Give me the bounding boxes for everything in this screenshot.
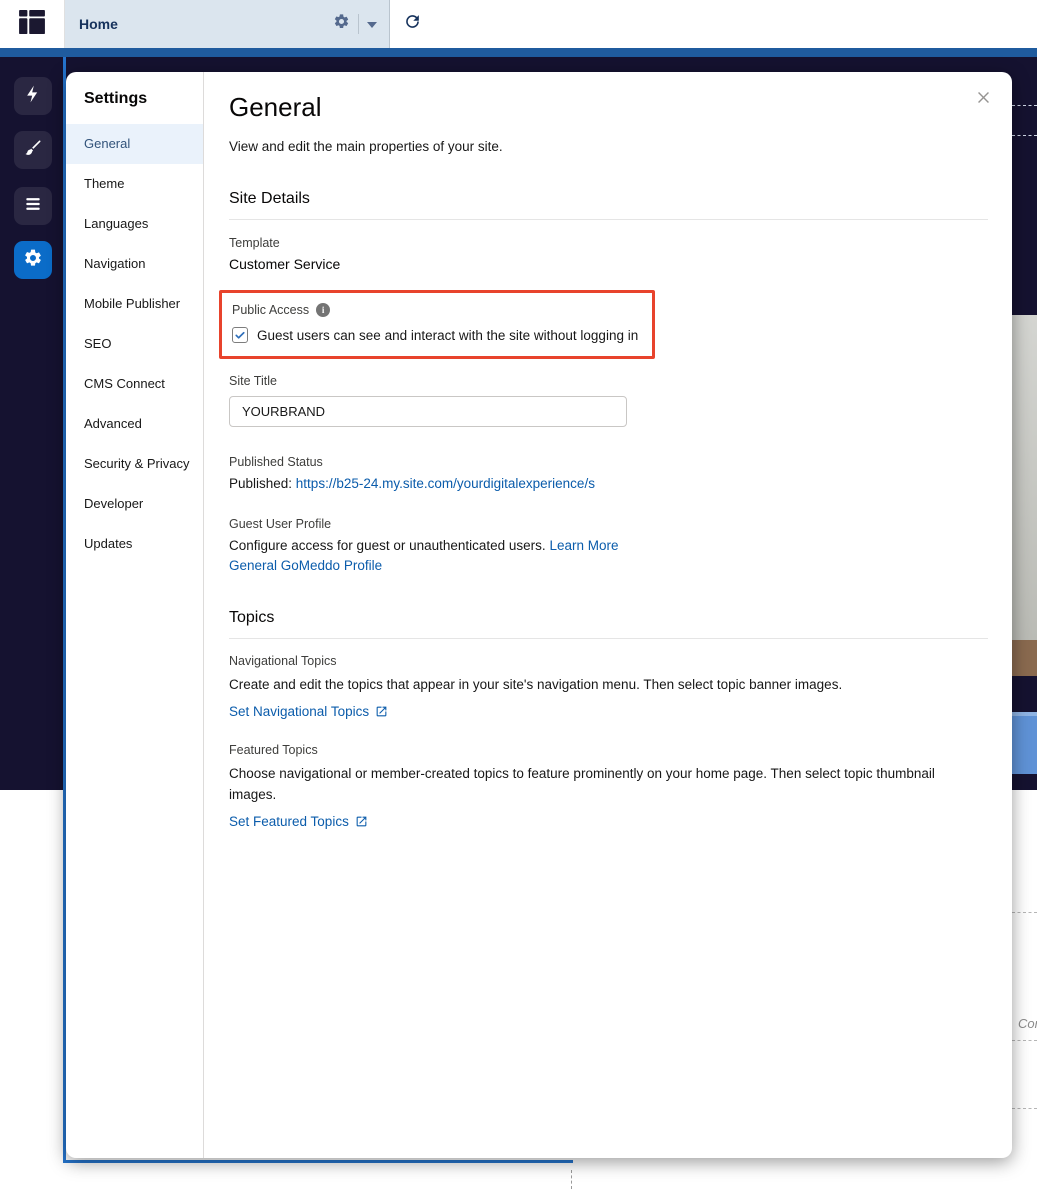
settings-nav-theme[interactable]: Theme <box>66 164 203 204</box>
canvas-top-border <box>0 48 1037 57</box>
page-settings-gear-icon[interactable] <box>333 13 350 35</box>
lightning-icon <box>23 84 43 109</box>
learn-more-link[interactable]: Learn More <box>549 538 618 553</box>
gear-icon <box>23 248 43 273</box>
public-access-checkbox-label: Guest users can see and interact with th… <box>257 327 639 343</box>
set-featured-topics-link[interactable]: Set Featured Topics <box>229 814 349 829</box>
divider <box>229 219 988 220</box>
set-navigational-topics-link[interactable]: Set Navigational Topics <box>229 704 369 719</box>
background-partial-text: Cor <box>1018 1016 1037 1031</box>
canvas-dashed-guide <box>571 1170 572 1189</box>
info-icon[interactable]: i <box>316 303 331 317</box>
settings-content: General View and edit the main propertie… <box>204 72 1012 1158</box>
settings-nav-seo[interactable]: SEO <box>66 324 203 364</box>
guest-profile-link[interactable]: General GoMeddo Profile <box>229 558 382 573</box>
close-button[interactable] <box>972 88 994 110</box>
external-link-icon <box>355 815 368 828</box>
settings-nav-languages[interactable]: Languages <box>66 204 203 244</box>
background-image-fragment <box>1012 315 1037 640</box>
settings-nav-developer[interactable]: Developer <box>66 484 203 524</box>
topics-heading: Topics <box>229 609 275 626</box>
selection-dash-line <box>1012 135 1037 136</box>
navigational-topics-description: Create and edit the topics that appear i… <box>229 677 843 692</box>
site-details-heading: Site Details <box>229 190 310 207</box>
rail-settings-button[interactable] <box>14 241 52 279</box>
template-label: Template <box>229 236 280 250</box>
section-dash-line <box>1012 912 1037 913</box>
featured-topics-label: Featured Topics <box>229 742 318 757</box>
refresh-icon <box>403 12 422 36</box>
settings-nav-mobile-publisher[interactable]: Mobile Publisher <box>66 284 203 324</box>
chevron-down-icon[interactable] <box>367 15 377 33</box>
guest-profile-text: Configure access for guest or unauthenti… <box>229 538 550 553</box>
builder-logo[interactable] <box>0 0 65 48</box>
selection-dash-line <box>1012 105 1037 106</box>
rail-theme-button[interactable] <box>14 131 52 169</box>
settings-nav-updates[interactable]: Updates <box>66 524 203 564</box>
brush-icon <box>23 138 43 163</box>
settings-nav-navigation[interactable]: Navigation <box>66 244 203 284</box>
top-bar: Home <box>0 0 1037 48</box>
rail-components-button[interactable] <box>14 77 52 115</box>
public-access-annotation-box: Public Access i Guest users can see and … <box>219 290 656 359</box>
current-page-name: Home <box>79 16 118 32</box>
settings-nav-general[interactable]: General <box>66 124 203 164</box>
page-switcher[interactable]: Home <box>65 0 390 48</box>
rail-structure-button[interactable] <box>14 187 52 225</box>
refresh-button[interactable] <box>390 0 434 48</box>
published-status-label: Published Status <box>229 455 323 469</box>
settings-sidebar-title: Settings <box>84 90 148 107</box>
close-icon <box>975 88 992 110</box>
builder-logo-icon <box>19 9 45 39</box>
section-dash-line <box>1012 1108 1037 1109</box>
settings-nav-security-privacy[interactable]: Security & Privacy <box>66 444 203 484</box>
list-icon <box>23 194 43 219</box>
section-dash-line <box>1012 1040 1037 1041</box>
page-subtitle: View and edit the main properties of you… <box>229 139 503 154</box>
switcher-divider <box>358 14 359 34</box>
settings-sidebar: Settings General Theme Languages Navigat… <box>66 72 204 1158</box>
site-title-input[interactable] <box>229 396 627 427</box>
external-link-icon <box>375 705 388 718</box>
published-prefix: Published: <box>229 476 296 491</box>
public-access-label: Public Access <box>232 303 310 317</box>
published-url-link[interactable]: https://b25-24.my.site.com/yourdigitalex… <box>296 476 595 491</box>
site-title-label: Site Title <box>229 374 277 388</box>
divider <box>229 638 988 639</box>
template-value: Customer Service <box>229 256 341 272</box>
background-image-fragment <box>1012 640 1037 676</box>
settings-modal: Settings General Theme Languages Navigat… <box>66 72 1012 1158</box>
settings-nav-cms-connect[interactable]: CMS Connect <box>66 364 203 404</box>
navigational-topics-label: Navigational Topics <box>229 654 337 668</box>
settings-nav-advanced[interactable]: Advanced <box>66 404 203 444</box>
guest-user-profile-label: Guest User Profile <box>229 517 332 531</box>
page-title: General <box>229 92 322 122</box>
public-access-checkbox[interactable] <box>232 327 248 343</box>
background-banner-fragment <box>1012 712 1037 774</box>
canvas-highlight-bottom <box>63 1160 573 1163</box>
experience-builder-page: Home Cor Settings General Theme Language… <box>0 0 1037 1189</box>
featured-topics-description: Choose navigational or member-created to… <box>229 765 935 803</box>
